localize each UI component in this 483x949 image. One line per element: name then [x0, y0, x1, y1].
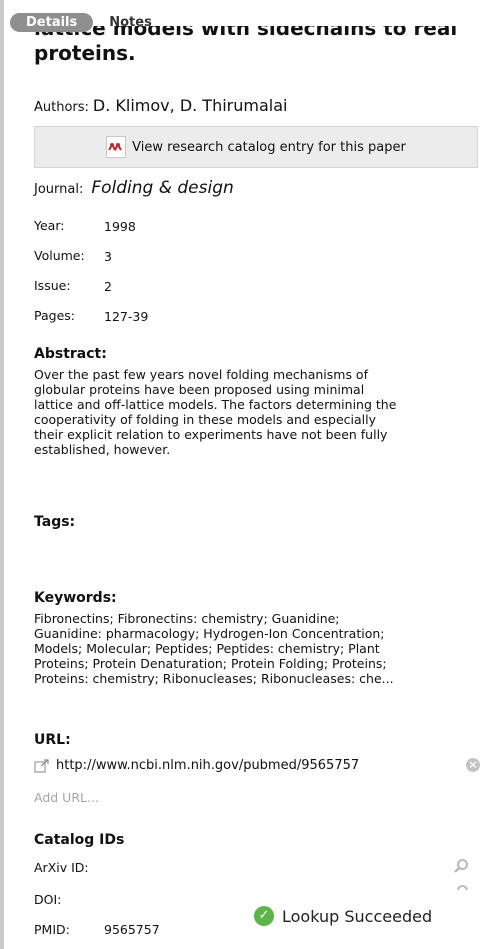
view-catalog-label: View research catalog entry for this pap…: [132, 139, 406, 155]
url-link[interactable]: http://www.ncbi.nlm.nih.gov/pubmed/95657…: [56, 758, 359, 773]
arxiv-lookup-icon[interactable]: [453, 858, 469, 874]
check-icon: ✓: [254, 906, 274, 926]
view-catalog-button[interactable]: View research catalog entry for this pap…: [34, 126, 478, 168]
panel-left-border: [0, 0, 4, 949]
abstract-line: globular proteins have been proposed usi…: [34, 382, 365, 397]
arxiv-label: ArXiv ID:: [34, 860, 89, 875]
tab-notes[interactable]: Notes: [93, 13, 168, 32]
tags-heading: Tags:: [34, 514, 76, 530]
catalog-ids-heading: Catalog IDs: [34, 832, 125, 848]
tags-field[interactable]: [34, 536, 464, 576]
issue-label: Issue:: [34, 278, 71, 293]
journal-label: Journal:: [34, 182, 84, 197]
tab-bar: Details Notes: [10, 12, 168, 32]
url-row: http://www.ncbi.nlm.nih.gov/pubmed/95657…: [34, 758, 480, 773]
keyword-line: Models; Molecular; Peptides; Peptides: c…: [34, 641, 380, 656]
abstract-line: Over the past few years novel folding me…: [34, 367, 368, 382]
keyword-line: Fibronectins; Fibronectins: chemistry; G…: [34, 611, 340, 626]
mendeley-icon: [106, 136, 127, 158]
url-heading: URL:: [34, 732, 71, 748]
doi-lookup-icon[interactable]: [453, 884, 469, 890]
abstract-line: cooperativity of folding in these models…: [34, 412, 377, 427]
abstract-line: established, however.: [34, 442, 171, 457]
journal-row: Journal: Folding & design: [34, 178, 234, 198]
authors-label: Authors:: [34, 100, 89, 115]
lookup-status: ✓ Lookup Succeeded: [254, 906, 432, 926]
add-url-button[interactable]: Add URL...: [34, 790, 99, 805]
doi-label: DOI:: [34, 892, 62, 907]
keyword-line: Guanidine: pharmacology; Hydrogen-Ion Co…: [34, 626, 385, 641]
pmid-value[interactable]: 9565757: [104, 922, 160, 937]
clear-url-icon[interactable]: ×: [466, 758, 480, 772]
year-value[interactable]: 1998: [104, 219, 136, 234]
keywords-heading: Keywords:: [34, 590, 117, 606]
lookup-status-text: Lookup Succeeded: [282, 906, 433, 926]
authors-row: Authors: D. Klimov, D. Thirumalai: [34, 96, 287, 115]
volume-label: Volume:: [34, 248, 85, 263]
abstract-line: lattice and off-lattice models. The fact…: [34, 397, 397, 412]
keyword-line: Proteins: chemistry; Ribonucleases; Ribo…: [34, 671, 394, 686]
title-container: lattice models with sidechains to real p…: [34, 26, 464, 76]
authors-value[interactable]: D. Klimov, D. Thirumalai: [93, 96, 288, 115]
tab-details[interactable]: Details: [10, 12, 94, 32]
abstract-line: their explicit relation to experiments h…: [34, 427, 388, 442]
external-link-icon[interactable]: [34, 758, 50, 773]
document-title[interactable]: lattice models with sidechains to real p…: [34, 26, 464, 66]
abstract-text[interactable]: Over the past few years novel folding me…: [34, 367, 466, 457]
abstract-heading: Abstract:: [34, 346, 107, 362]
pages-label: Pages:: [34, 308, 75, 323]
pmid-label: PMID:: [34, 922, 70, 937]
issue-value[interactable]: 2: [104, 279, 112, 294]
journal-value[interactable]: Folding & design: [91, 178, 233, 198]
keyword-line: Proteins; Protein Denaturation; Protein …: [34, 656, 387, 671]
year-label: Year:: [34, 218, 65, 233]
volume-value[interactable]: 3: [104, 249, 112, 264]
keywords-text[interactable]: Fibronectins; Fibronectins: chemistry; G…: [34, 611, 466, 686]
pages-value[interactable]: 127-39: [104, 309, 148, 324]
